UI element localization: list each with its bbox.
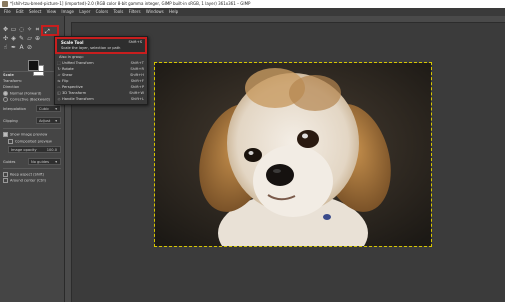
eraser-icon[interactable]: ▱ (26, 35, 33, 42)
app-icon (2, 1, 8, 7)
direction-normal-label: Normal (Forward) (10, 91, 42, 96)
menu-item-handle-transform[interactable]: ◇ Handle Transform Shift+L (55, 96, 147, 102)
scale-tool-header[interactable]: Scale Tool Shift+S Scale the layer, sele… (55, 37, 147, 54)
crop-icon[interactable]: ⌗ (34, 26, 41, 33)
menu-image[interactable]: Image (59, 8, 76, 16)
chevron-down-icon: ▾ (55, 107, 57, 111)
scale-tool-shortcut: Shift+S (128, 40, 142, 44)
radio-icon (3, 97, 8, 102)
keep-aspect-toggle[interactable]: Keep aspect (Shift) (3, 172, 44, 177)
menu-edit[interactable]: Edit (14, 8, 26, 16)
divider (3, 128, 61, 129)
checkbox-icon (3, 172, 8, 177)
window-title: *[shih-tzu-breed-picture-1] (imported)-2… (10, 1, 251, 6)
menu-windows[interactable]: Windows (144, 8, 166, 16)
gimp-window: *[shih-tzu-breed-picture-1] (imported)-2… (0, 0, 505, 302)
menu-bar: File Edit Select View Image Layer Colors… (0, 8, 505, 16)
title-bar: *[shih-tzu-breed-picture-1] (imported)-2… (0, 0, 505, 8)
interpolation-value: Cubic (39, 107, 50, 111)
clipping-select[interactable]: Adjust ▾ (36, 117, 61, 124)
tool-row-2: ✣ ◈ ✎ ▱ ⊕ (2, 35, 41, 43)
radio-icon (3, 91, 8, 96)
scale-tool-description: Scale the layer, selection or path (61, 46, 121, 50)
menu-filters[interactable]: Filters (127, 8, 143, 16)
smudge-icon[interactable]: ☝ (2, 44, 9, 51)
move-tool-icon[interactable]: ✥ (2, 26, 9, 33)
tool-options-title: Scale (3, 73, 14, 77)
menu-view[interactable]: View (45, 8, 59, 16)
divider (3, 168, 61, 169)
show-preview-label: Show image preview (10, 132, 48, 137)
transform-label: Transform: (3, 79, 23, 83)
keep-aspect-label: Keep aspect (Shift) (10, 172, 45, 177)
around-center-toggle[interactable]: Around center (Ctrl) (3, 178, 46, 183)
guides-select[interactable]: No guides ▾ (28, 158, 61, 165)
scale-tool-button[interactable]: ⤢ (41, 25, 59, 36)
tool-row-3: ☝ ✒ A ⊘ (2, 44, 33, 52)
clone-icon[interactable]: ⊕ (34, 35, 41, 42)
clipping-value: Adjust (39, 119, 51, 123)
menu-tools[interactable]: Tools (111, 8, 125, 16)
around-center-label: Around center (Ctrl) (10, 178, 46, 183)
warp-icon[interactable]: ✣ (2, 35, 9, 42)
fuzzy-select-icon[interactable]: ✧ (26, 26, 33, 33)
paint-bucket-icon[interactable]: ◈ (10, 35, 17, 42)
image-opacity-value: 100.0 (46, 148, 57, 152)
menu-item-label: Handle Transform (62, 97, 94, 101)
scale-tool-title: Scale Tool (61, 40, 84, 45)
clipping-label: Clipping (3, 119, 18, 123)
image-opacity-label: Image opacity (11, 148, 37, 152)
path-icon[interactable]: ✒ (10, 44, 17, 51)
menu-layer[interactable]: Layer (77, 8, 92, 16)
text-icon[interactable]: A (18, 44, 25, 51)
color-picker-icon[interactable]: ⊘ (26, 44, 33, 51)
checkbox-icon (3, 132, 8, 137)
direction-corrective-label: Corrective (Backward) (10, 97, 50, 102)
checkbox-icon (8, 139, 13, 144)
composited-preview-toggle[interactable]: Composited preview (8, 139, 52, 144)
tool-row-1: ✥ ▭ ◌ ✧ ⌗ (2, 26, 41, 34)
dog-illustration (155, 63, 431, 246)
divider (3, 71, 61, 72)
chevron-down-icon: ▾ (55, 160, 57, 164)
guides-value: No guides (31, 160, 49, 164)
paintbrush-icon[interactable]: ✎ (18, 35, 25, 42)
show-preview-toggle[interactable]: Show image preview (3, 132, 47, 137)
guides-label: Guides (3, 160, 16, 164)
direction-label: Direction (3, 85, 20, 89)
direction-corrective-option[interactable]: Corrective (Backward) (3, 97, 50, 102)
chevron-down-icon: ▾ (55, 119, 57, 123)
menu-file[interactable]: File (0, 8, 13, 16)
menu-help[interactable]: Help (167, 8, 180, 16)
handle-transform-icon: ◇ (57, 97, 61, 101)
interpolation-label: Interpolation (3, 107, 26, 111)
rect-select-icon[interactable]: ▭ (10, 26, 17, 33)
tool-group-popup: Scale Tool Shift+S Scale the layer, sele… (54, 36, 148, 105)
dog-photo-image[interactable] (154, 62, 432, 247)
menu-select[interactable]: Select (27, 8, 43, 16)
checkbox-icon (3, 178, 8, 183)
direction-normal-option[interactable]: Normal (Forward) (3, 91, 41, 96)
image-opacity-slider[interactable]: Image opacity 100.0 (8, 146, 61, 153)
scale-tool-icon: ⤢ (45, 28, 50, 35)
menu-item-shortcut: Shift+L (130, 97, 144, 101)
horizontal-ruler[interactable] (65, 16, 505, 23)
foreground-color-swatch[interactable] (28, 60, 39, 71)
menu-colors[interactable]: Colors (94, 8, 111, 16)
composited-preview-label: Composited preview (15, 139, 52, 144)
lasso-icon[interactable]: ◌ (18, 26, 25, 33)
interpolation-select[interactable]: Cubic ▾ (36, 105, 61, 112)
